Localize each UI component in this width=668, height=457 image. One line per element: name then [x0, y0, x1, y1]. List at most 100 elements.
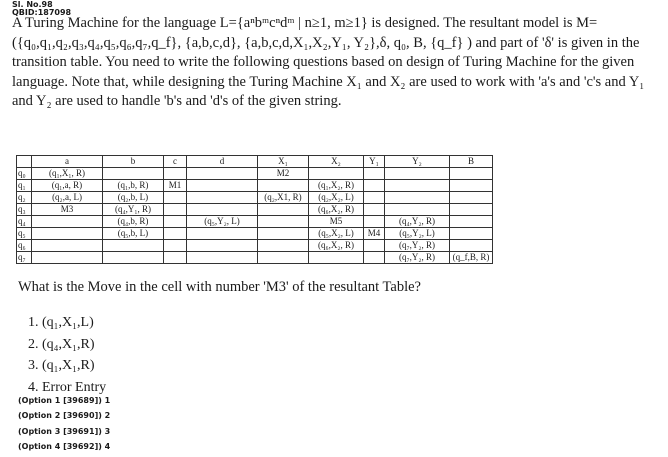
table-cell	[163, 215, 187, 228]
table-cell	[363, 167, 385, 180]
table-cell: (q₅,Y₂, L)	[384, 227, 450, 240]
table-cell: (q₄,Y₁, R)	[102, 203, 164, 216]
table-cell	[257, 215, 309, 228]
table-cell: (q₁,a, R)	[31, 179, 103, 192]
table-cell: (q₇,Y₂, R)	[384, 251, 450, 264]
table-cell	[257, 227, 309, 240]
table-cell	[363, 251, 385, 264]
table-cell	[31, 251, 103, 264]
table-cell: M3	[31, 203, 103, 216]
table-cell	[449, 167, 493, 180]
table-cell	[186, 251, 258, 264]
table-header-cell: Y₂	[384, 155, 450, 168]
table-cell: (q₅,X₂, L)	[308, 227, 364, 240]
table-cell	[186, 167, 258, 180]
table-cell: (q₁,X₁, R)	[31, 167, 103, 180]
option-2[interactable]: 2. (q₄,X₁,R)	[28, 334, 106, 356]
question-text: What is the Move in the cell with number…	[18, 279, 421, 295]
table-cell	[384, 203, 450, 216]
table-cell	[163, 203, 187, 216]
table-cell	[308, 167, 364, 180]
table-cell	[186, 239, 258, 252]
table-row: q₁ (q₁,a, R) (q₁,b, R) M1 (q₁,X₂, R)	[16, 179, 493, 192]
table-cell: (q₁,b, R)	[102, 179, 164, 192]
table-cell: (q₅,b, L)	[102, 227, 164, 240]
table-cell	[163, 227, 187, 240]
table-cell	[449, 179, 493, 192]
table-cell: (q₄,b, R)	[102, 215, 164, 228]
table-cell: (q₆,X₂, R)	[308, 239, 364, 252]
table-cell	[102, 251, 164, 264]
table-header-cell: B	[449, 155, 493, 168]
table-header-cell: d	[186, 155, 258, 168]
table-cell: M5	[308, 215, 364, 228]
option-1[interactable]: 1. (q₁,X₁,L)	[28, 312, 106, 334]
table-cell	[363, 215, 385, 228]
table-cell	[363, 191, 385, 204]
table-header-cell: X₁	[257, 155, 309, 168]
table-cell	[257, 239, 309, 252]
table-cell	[31, 239, 103, 252]
table-cell: M2	[257, 167, 309, 180]
table-cell: M4	[363, 227, 385, 240]
table-cell	[257, 179, 309, 192]
table-cell	[31, 227, 103, 240]
table-cell	[363, 239, 385, 252]
table-header-cell: X₂	[308, 155, 364, 168]
state-cell: q₁	[16, 179, 32, 192]
table-cell: (q₅,Y₂, L)	[186, 215, 258, 228]
table-cell	[163, 251, 187, 264]
table-header-cell: b	[102, 155, 164, 168]
table-cell	[449, 227, 493, 240]
table-row: q₄ (q₄,b, R) (q₅,Y₂, L) M5 (q₄,Y₂, R)	[16, 215, 493, 228]
state-cell: q₃	[16, 203, 32, 216]
answer-options: 1. (q₁,X₁,L) 2. (q₄,X₁,R) 3. (q₁,X₁,R) 4…	[28, 312, 106, 398]
state-cell: q₀	[16, 167, 32, 180]
option-id-3: (Option 3 [39691]) 3	[18, 426, 111, 436]
table-header-row: a b c d X₁ X₂ Y₁ Y₂ B	[16, 155, 493, 168]
state-cell: q₂	[16, 191, 32, 204]
table-cell: (q₁,X₂, R)	[308, 179, 364, 192]
table-cell: (q₂,X1, R)	[257, 191, 309, 204]
table-cell	[163, 239, 187, 252]
state-cell: q₅	[16, 227, 32, 240]
table-row: q₃ M3 (q₄,Y₁, R) (q₆,X₂, R)	[16, 203, 493, 216]
option-id-2: (Option 2 [39690]) 2	[18, 411, 111, 421]
table-row: q₇ (q₇,Y₂, R) (q_f,B, R)	[16, 251, 493, 264]
table-cell	[363, 179, 385, 192]
table-header-cell	[16, 155, 32, 168]
option-id-4: (Option 4 [39692]) 4	[18, 441, 111, 451]
table-row: q₀ (q₁,X₁, R) M2	[16, 167, 493, 180]
option-id-1: (Option 1 [39689]) 1	[18, 396, 111, 405]
table-cell: (q₇,Y₂, R)	[384, 239, 450, 252]
table-cell	[163, 191, 187, 204]
table-cell	[186, 203, 258, 216]
option-3[interactable]: 3. (q₁,X₁,R)	[28, 355, 106, 377]
state-cell: q₆	[16, 239, 32, 252]
table-cell	[163, 167, 187, 180]
transition-table: a b c d X₁ X₂ Y₁ Y₂ B q₀ (q₁,X₁, R) M2 q…	[16, 155, 493, 264]
table-cell	[102, 167, 164, 180]
table-header-cell: c	[163, 155, 187, 168]
table-cell	[308, 251, 364, 264]
table-cell	[449, 191, 493, 204]
table-cell: (q₄,Y₂, R)	[384, 215, 450, 228]
table-cell	[449, 215, 493, 228]
question-paragraph: A Turing Machine for the language L={aⁿb…	[12, 15, 645, 109]
table-cell	[186, 227, 258, 240]
table-header-cell: a	[31, 155, 103, 168]
table-cell	[102, 239, 164, 252]
state-cell: q₄	[16, 215, 32, 228]
table-cell	[186, 191, 258, 204]
table-row: q₆ (q₆,X₂, R) (q₇,Y₂, R)	[16, 239, 493, 252]
table-cell	[384, 179, 450, 192]
table-row: q₅ (q₅,b, L) (q₅,X₂, L) M4 (q₅,Y₂, L)	[16, 227, 493, 240]
table-cell: (q₂,X₂, L)	[308, 191, 364, 204]
table-cell	[449, 239, 493, 252]
table-header-cell: Y₁	[363, 155, 385, 168]
table-cell	[449, 203, 493, 216]
table-cell	[31, 215, 103, 228]
table-cell: (q₂,a, L)	[31, 191, 103, 204]
table-cell	[363, 203, 385, 216]
table-cell: (q₂,b, L)	[102, 191, 164, 204]
